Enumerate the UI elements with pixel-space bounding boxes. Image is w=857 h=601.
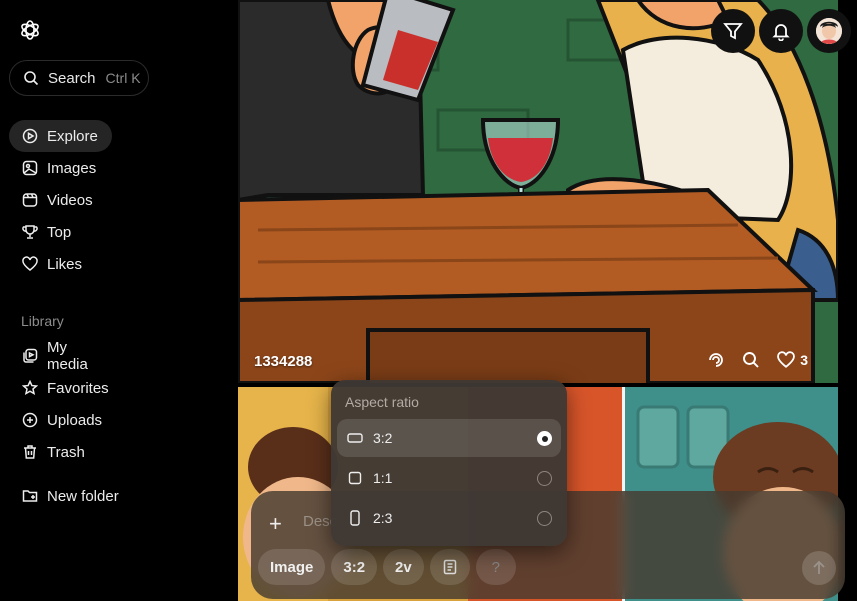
play-circle-icon	[22, 128, 38, 144]
aspect-ratio-menu: Aspect ratio 3:2 1:1 2:3	[331, 380, 567, 546]
star-icon	[22, 380, 38, 395]
tile-actions: 3	[707, 351, 808, 369]
aspect-option-2-3[interactable]: 2:3	[337, 499, 561, 537]
aspect-ratio-button[interactable]: 3:2	[331, 549, 378, 585]
sidebar-item-label: Likes	[47, 255, 83, 273]
sidebar-item-trash[interactable]: Trash	[9, 436, 112, 468]
sidebar-item-label: New folder	[47, 487, 119, 505]
sidebar-item-likes[interactable]: Likes	[9, 248, 112, 280]
sidebar-item-label: Explore	[47, 127, 98, 145]
attach-plus-icon[interactable]: +	[269, 511, 282, 537]
image-icon	[22, 160, 38, 176]
remix-icon[interactable]	[707, 351, 725, 369]
search-shortcut: Ctrl K	[105, 70, 141, 86]
aspect-option-3-2[interactable]: 3:2	[337, 419, 561, 457]
aspect-option-label: 1:1	[373, 470, 393, 486]
bell-icon	[772, 24, 790, 41]
sidebar-item-my-media[interactable]: My media	[9, 339, 112, 373]
sidebar-item-label: Videos	[47, 191, 93, 209]
trophy-icon	[22, 225, 38, 239]
radio-selected[interactable]	[537, 431, 552, 446]
sidebar-item-uploads[interactable]: Uploads	[9, 404, 112, 436]
video-icon	[22, 193, 38, 207]
aspect-option-label: 2:3	[373, 510, 393, 526]
tile-id: 1334288	[254, 353, 313, 370]
openai-logo-icon[interactable]	[18, 18, 42, 42]
filter-button[interactable]	[711, 9, 755, 53]
sidebar-item-explore[interactable]: Explore	[9, 120, 112, 152]
sidebar-item-label: Uploads	[47, 411, 103, 429]
landscape-rect-icon	[347, 433, 363, 443]
square-icon	[348, 471, 362, 485]
sidebar-item-images[interactable]: Images	[9, 152, 112, 184]
search-label: Search	[48, 69, 96, 87]
arrow-up-icon	[813, 560, 825, 574]
portrait-rect-icon	[350, 510, 360, 526]
upload-icon	[22, 412, 38, 428]
aspect-ratio-menu-title: Aspect ratio	[345, 394, 419, 410]
filter-icon	[723, 23, 743, 40]
new-folder-button[interactable]: New folder	[9, 480, 139, 512]
library-heading: Library	[21, 313, 64, 329]
sidebar-item-favorites[interactable]: Favorites	[9, 372, 112, 404]
folder-plus-icon	[22, 490, 38, 502]
composer-options: Image 3:2 2v ?	[258, 549, 516, 585]
sidebar-item-label: Top	[47, 223, 72, 241]
feed-tile-image[interactable]: 1334288 3	[238, 0, 838, 383]
sidebar-item-label: Favorites	[47, 379, 109, 397]
heart-icon	[777, 351, 795, 368]
like-button[interactable]: 3	[777, 351, 808, 369]
aspect-option-1-1[interactable]: 1:1	[337, 459, 561, 497]
presets-button[interactable]	[429, 549, 470, 585]
like-count: 3	[800, 352, 808, 368]
sidebar: Search Ctrl K Explore Images Videos Top …	[0, 0, 238, 601]
radio-unselected[interactable]	[537, 511, 552, 526]
header-actions	[711, 9, 851, 53]
sidebar-item-label: My media	[47, 339, 88, 373]
heart-icon	[22, 256, 38, 271]
help-button[interactable]: ?	[475, 549, 516, 585]
mode-image-button[interactable]: Image	[258, 549, 326, 585]
sidebar-item-videos[interactable]: Videos	[9, 184, 112, 216]
notifications-button[interactable]	[759, 9, 803, 53]
send-button[interactable]	[802, 551, 836, 585]
search-icon	[24, 71, 39, 86]
sidebar-item-top[interactable]: Top	[9, 216, 112, 248]
media-icon	[23, 348, 38, 363]
sidebar-item-label: Images	[47, 159, 97, 177]
search-icon[interactable]	[742, 351, 760, 369]
sidebar-item-label: Trash	[47, 443, 85, 461]
avatar	[816, 18, 842, 44]
book-icon	[443, 559, 456, 575]
cartoon-bar-illustration	[238, 0, 838, 383]
aspect-option-label: 3:2	[373, 430, 393, 446]
trash-icon	[24, 445, 36, 459]
variants-button[interactable]: 2v	[383, 549, 424, 585]
search-button[interactable]: Search Ctrl K	[9, 60, 149, 96]
profile-button[interactable]	[807, 9, 851, 53]
radio-unselected[interactable]	[537, 471, 552, 486]
